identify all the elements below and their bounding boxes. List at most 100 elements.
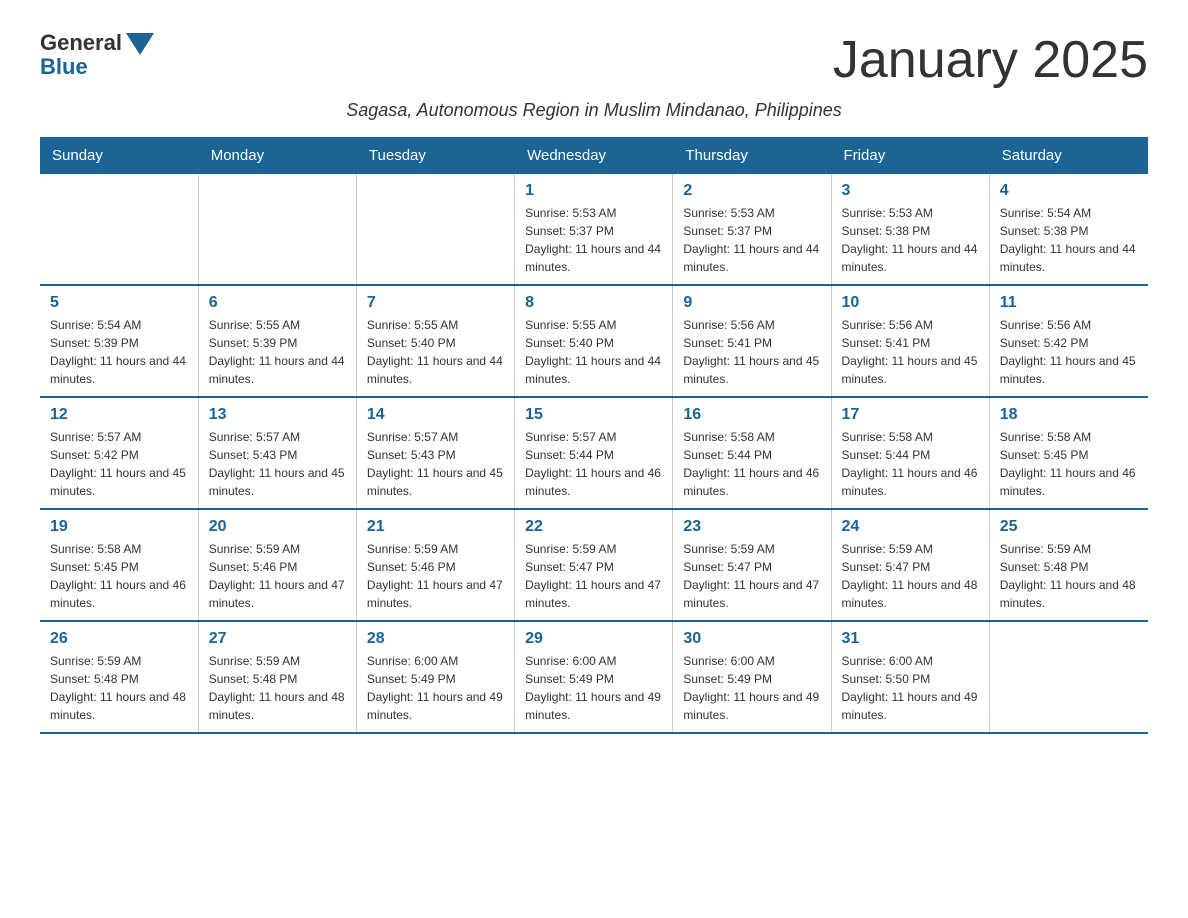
calendar-cell: 28 Sunrise: 6:00 AMSunset: 5:49 PMDayligh… — [356, 621, 514, 733]
month-title: January 2025 — [833, 30, 1148, 90]
day-info: Sunrise: 6:00 AMSunset: 5:49 PMDaylight:… — [683, 652, 820, 724]
day-info: Sunrise: 5:57 AMSunset: 5:44 PMDaylight:… — [525, 428, 662, 500]
calendar-cell: 16 Sunrise: 5:58 AMSunset: 5:44 PMDayligh… — [673, 397, 831, 509]
day-number: 5 — [50, 294, 188, 312]
calendar-cell: 29 Sunrise: 6:00 AMSunset: 5:49 PMDayligh… — [515, 621, 673, 733]
day-number: 4 — [1000, 182, 1138, 200]
day-number: 13 — [209, 406, 346, 424]
week-row-1: 1 Sunrise: 5:53 AMSunset: 5:37 PMDaylight… — [40, 174, 1148, 285]
day-info: Sunrise: 5:59 AMSunset: 5:47 PMDaylight:… — [525, 540, 662, 612]
calendar-cell: 8 Sunrise: 5:55 AMSunset: 5:40 PMDaylight… — [515, 285, 673, 397]
calendar-cell: 25 Sunrise: 5:59 AMSunset: 5:48 PMDayligh… — [989, 509, 1147, 621]
calendar-cell: 14Sunrise: 5:57 AMSunset: 5:43 PMDayligh… — [356, 397, 514, 509]
day-number: 17 — [842, 406, 979, 424]
calendar-table: SundayMondayTuesdayWednesdayThursdayFrid… — [40, 137, 1148, 734]
day-info: Sunrise: 5:59 AMSunset: 5:46 PMDaylight:… — [367, 540, 504, 612]
day-number: 16 — [683, 406, 820, 424]
day-info: Sunrise: 5:59 AMSunset: 5:47 PMDaylight:… — [842, 540, 979, 612]
header-day-tuesday: Tuesday — [356, 137, 514, 174]
day-info: Sunrise: 5:54 AMSunset: 5:38 PMDaylight:… — [1000, 204, 1138, 276]
day-number: 31 — [842, 630, 979, 648]
day-info: Sunrise: 5:55 AMSunset: 5:40 PMDaylight:… — [525, 316, 662, 388]
header-day-friday: Friday — [831, 137, 989, 174]
day-info: Sunrise: 5:59 AMSunset: 5:48 PMDaylight:… — [1000, 540, 1138, 612]
calendar-cell: 9 Sunrise: 5:56 AMSunset: 5:41 PMDaylight… — [673, 285, 831, 397]
calendar-cell: 18 Sunrise: 5:58 AMSunset: 5:45 PMDayligh… — [989, 397, 1147, 509]
calendar-cell: 13 Sunrise: 5:57 AMSunset: 5:43 PMDayligh… — [198, 397, 356, 509]
day-number: 1 — [525, 182, 662, 200]
header-day-wednesday: Wednesday — [515, 137, 673, 174]
calendar-cell: 26Sunrise: 5:59 AMSunset: 5:48 PMDayligh… — [40, 621, 198, 733]
day-info: Sunrise: 5:56 AMSunset: 5:42 PMDaylight:… — [1000, 316, 1138, 388]
calendar-cell: 7 Sunrise: 5:55 AMSunset: 5:40 PMDaylight… — [356, 285, 514, 397]
logo-general-text: General — [40, 30, 122, 56]
day-info: Sunrise: 5:57 AMSunset: 5:43 PMDaylight:… — [367, 428, 504, 500]
day-number: 10 — [842, 294, 979, 312]
calendar-cell: 27 Sunrise: 5:59 AMSunset: 5:48 PMDayligh… — [198, 621, 356, 733]
day-info: Sunrise: 5:53 AMSunset: 5:37 PMDaylight:… — [683, 204, 820, 276]
day-info: Sunrise: 5:57 AMSunset: 5:42 PMDaylight:… — [50, 428, 188, 500]
day-info: Sunrise: 5:58 AMSunset: 5:44 PMDaylight:… — [842, 428, 979, 500]
calendar-cell: 3Sunrise: 5:53 AMSunset: 5:38 PMDaylight… — [831, 174, 989, 285]
day-info: Sunrise: 5:55 AMSunset: 5:39 PMDaylight:… — [209, 316, 346, 388]
week-row-5: 26Sunrise: 5:59 AMSunset: 5:48 PMDayligh… — [40, 621, 1148, 733]
day-info: Sunrise: 5:56 AMSunset: 5:41 PMDaylight:… — [842, 316, 979, 388]
logo: General Blue — [40, 30, 154, 80]
calendar-header: SundayMondayTuesdayWednesdayThursdayFrid… — [40, 137, 1148, 174]
calendar-cell: 24 Sunrise: 5:59 AMSunset: 5:47 PMDayligh… — [831, 509, 989, 621]
day-info: Sunrise: 5:55 AMSunset: 5:40 PMDaylight:… — [367, 316, 504, 388]
calendar-cell: 2Sunrise: 5:53 AMSunset: 5:37 PMDaylight… — [673, 174, 831, 285]
day-info: Sunrise: 5:59 AMSunset: 5:46 PMDaylight:… — [209, 540, 346, 612]
day-info: Sunrise: 5:59 AMSunset: 5:47 PMDaylight:… — [683, 540, 820, 612]
calendar-cell — [40, 174, 198, 285]
day-info: Sunrise: 5:53 AMSunset: 5:37 PMDaylight:… — [525, 204, 662, 276]
calendar-body: 1 Sunrise: 5:53 AMSunset: 5:37 PMDaylight… — [40, 174, 1148, 733]
calendar-cell: 23 Sunrise: 5:59 AMSunset: 5:47 PMDayligh… — [673, 509, 831, 621]
logo-triangle-icon — [126, 33, 154, 55]
day-info: Sunrise: 6:00 AMSunset: 5:49 PMDaylight:… — [525, 652, 662, 724]
day-number: 7 — [367, 294, 504, 312]
day-number: 18 — [1000, 406, 1138, 424]
day-info: Sunrise: 5:58 AMSunset: 5:44 PMDaylight:… — [683, 428, 820, 500]
day-info: Sunrise: 5:58 AMSunset: 5:45 PMDaylight:… — [50, 540, 188, 612]
calendar-cell: 12Sunrise: 5:57 AMSunset: 5:42 PMDayligh… — [40, 397, 198, 509]
calendar-cell: 20 Sunrise: 5:59 AMSunset: 5:46 PMDayligh… — [198, 509, 356, 621]
day-number: 23 — [683, 518, 820, 536]
day-number: 20 — [209, 518, 346, 536]
calendar-cell — [989, 621, 1147, 733]
calendar-cell — [198, 174, 356, 285]
day-number: 30 — [683, 630, 820, 648]
day-number: 8 — [525, 294, 662, 312]
day-info: Sunrise: 5:59 AMSunset: 5:48 PMDaylight:… — [209, 652, 346, 724]
calendar-cell: 21 Sunrise: 5:59 AMSunset: 5:46 PMDayligh… — [356, 509, 514, 621]
calendar-cell: 30 Sunrise: 6:00 AMSunset: 5:49 PMDayligh… — [673, 621, 831, 733]
day-number: 11 — [1000, 294, 1138, 312]
calendar-cell: 22Sunrise: 5:59 AMSunset: 5:47 PMDayligh… — [515, 509, 673, 621]
day-info: Sunrise: 5:58 AMSunset: 5:45 PMDaylight:… — [1000, 428, 1138, 500]
calendar-cell: 4 Sunrise: 5:54 AMSunset: 5:38 PMDaylight… — [989, 174, 1147, 285]
calendar-cell: 10 Sunrise: 5:56 AMSunset: 5:41 PMDayligh… — [831, 285, 989, 397]
calendar-cell: 6Sunrise: 5:55 AMSunset: 5:39 PMDaylight… — [198, 285, 356, 397]
day-number: 3 — [842, 182, 979, 200]
day-number: 25 — [1000, 518, 1138, 536]
week-row-2: 5Sunrise: 5:54 AMSunset: 5:39 PMDaylight… — [40, 285, 1148, 397]
header-day-thursday: Thursday — [673, 137, 831, 174]
logo-blue-text: Blue — [40, 54, 88, 80]
header-day-monday: Monday — [198, 137, 356, 174]
day-info: Sunrise: 5:59 AMSunset: 5:48 PMDaylight:… — [50, 652, 188, 724]
header-day-sunday: Sunday — [40, 137, 198, 174]
week-row-4: 19Sunrise: 5:58 AMSunset: 5:45 PMDayligh… — [40, 509, 1148, 621]
day-number: 27 — [209, 630, 346, 648]
day-number: 9 — [683, 294, 820, 312]
day-info: Sunrise: 5:57 AMSunset: 5:43 PMDaylight:… — [209, 428, 346, 500]
calendar-cell: 19Sunrise: 5:58 AMSunset: 5:45 PMDayligh… — [40, 509, 198, 621]
header: General Blue January 2025 — [40, 30, 1148, 90]
day-number: 24 — [842, 518, 979, 536]
calendar-cell: 5Sunrise: 5:54 AMSunset: 5:39 PMDaylight… — [40, 285, 198, 397]
day-info: Sunrise: 6:00 AMSunset: 5:49 PMDaylight:… — [367, 652, 504, 724]
day-number: 28 — [367, 630, 504, 648]
day-info: Sunrise: 5:56 AMSunset: 5:41 PMDaylight:… — [683, 316, 820, 388]
subtitle: Sagasa, Autonomous Region in Muslim Mind… — [40, 100, 1148, 121]
day-number: 21 — [367, 518, 504, 536]
day-number: 29 — [525, 630, 662, 648]
